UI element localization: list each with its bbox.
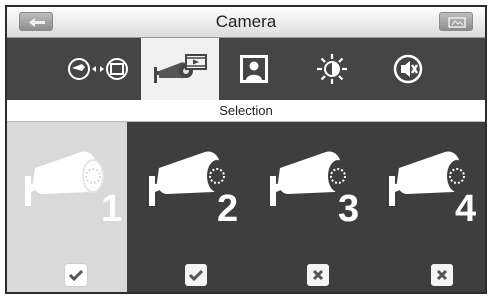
camera-number: 2	[217, 188, 239, 230]
section-title: Selection	[219, 103, 273, 118]
camera-number: 1	[101, 188, 123, 230]
camera-cell-3[interactable]: 3	[252, 122, 372, 292]
camera-cell-2[interactable]: 2	[131, 122, 251, 292]
camera-number: 4	[455, 188, 477, 230]
cross-icon	[436, 269, 448, 281]
menu-button[interactable]	[439, 12, 473, 31]
camera-checkbox-3[interactable]	[307, 264, 329, 286]
camera-checkbox-1[interactable]	[65, 264, 87, 286]
camera-checkbox-2[interactable]	[185, 264, 207, 286]
window-title: Camera	[215, 12, 277, 31]
camera-window: Camera Selection 1 2 3 4	[5, 5, 487, 294]
camera-switch-icon	[68, 58, 128, 80]
mute-icon	[393, 54, 423, 84]
tool-picture[interactable]	[219, 38, 289, 100]
tool-mute[interactable]	[373, 38, 443, 100]
cross-icon	[312, 269, 324, 281]
checkmark-icon	[189, 269, 203, 281]
camera-number: 3	[338, 188, 360, 230]
tool-camera-selection[interactable]	[141, 38, 219, 100]
title-bar: Camera	[7, 7, 485, 38]
tool-camera-switch[interactable]	[57, 38, 141, 100]
camera-grid: 1 2 3 4	[7, 122, 485, 292]
picture-icon	[240, 55, 268, 83]
camera-cell-1[interactable]: 1	[7, 122, 127, 292]
toolbar	[7, 38, 485, 100]
tool-brightness[interactable]	[297, 38, 367, 100]
checkmark-icon	[69, 269, 83, 281]
camera-checkbox-4[interactable]	[431, 264, 453, 286]
section-header: Selection	[7, 100, 485, 122]
menu-icon	[448, 17, 466, 28]
camera-record-icon	[154, 54, 207, 83]
brightness-icon	[317, 54, 347, 84]
camera-cell-4[interactable]: 4	[371, 122, 485, 292]
security-camera-icon	[25, 151, 104, 206]
